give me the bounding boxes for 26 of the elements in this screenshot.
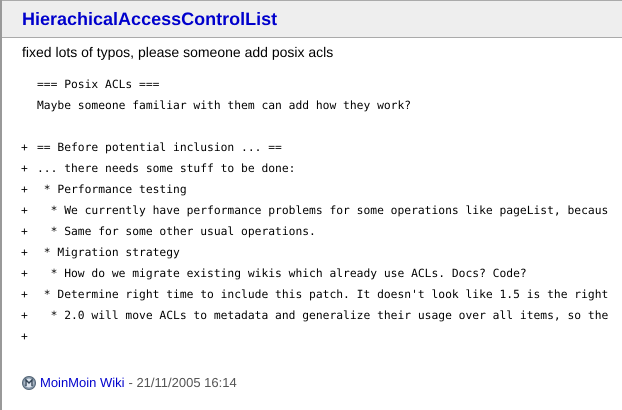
code-line: * Determine right time to include this patch. It doesn't look like 1.5 is the right <box>42 287 608 303</box>
code-line: * 2.0 will move ACLs to metadata and generalize their usage over all items, so the <box>50 308 608 324</box>
code-line: === Posix ACLs === <box>37 78 160 91</box>
code-line: Maybe someone familiar with them can add how they work? <box>37 99 412 112</box>
wiki-link[interactable]: MoinMoin Wiki <box>40 373 125 392</box>
code-line: ... there needs some stuff to be done: <box>37 161 296 177</box>
code-line: * Migration strategy <box>42 245 180 261</box>
added-marker: + <box>21 182 29 198</box>
last-modified-date: - 21/11/2005 16:14 <box>128 374 237 392</box>
added-marker: + <box>21 224 29 240</box>
added-marker: + <box>21 140 29 156</box>
added-marker: + <box>21 308 29 324</box>
page-title[interactable]: HierachicalAccessControlList <box>22 6 278 32</box>
added-marker: + <box>21 203 29 219</box>
added-marker: + <box>21 287 29 303</box>
logo-icon <box>22 376 36 390</box>
added-marker: + <box>21 245 29 261</box>
added-marker: + <box>21 329 29 345</box>
code-line: * Same for some other usual operations. <box>50 224 316 240</box>
added-marker: + <box>21 161 29 177</box>
added-marker: + <box>21 266 29 282</box>
code-line: * Performance testing <box>42 182 187 198</box>
code-line: == Before potential inclusion ... == <box>37 140 282 156</box>
code-line: * How do we migrate existing wikis which already use ACLs. Docs? Code? <box>50 266 527 282</box>
code-line: * We currently have performance problems for some operations like pageList, becaus <box>50 203 608 219</box>
change-comment: fixed lots of typos, please someone add posix acls <box>21 43 334 62</box>
